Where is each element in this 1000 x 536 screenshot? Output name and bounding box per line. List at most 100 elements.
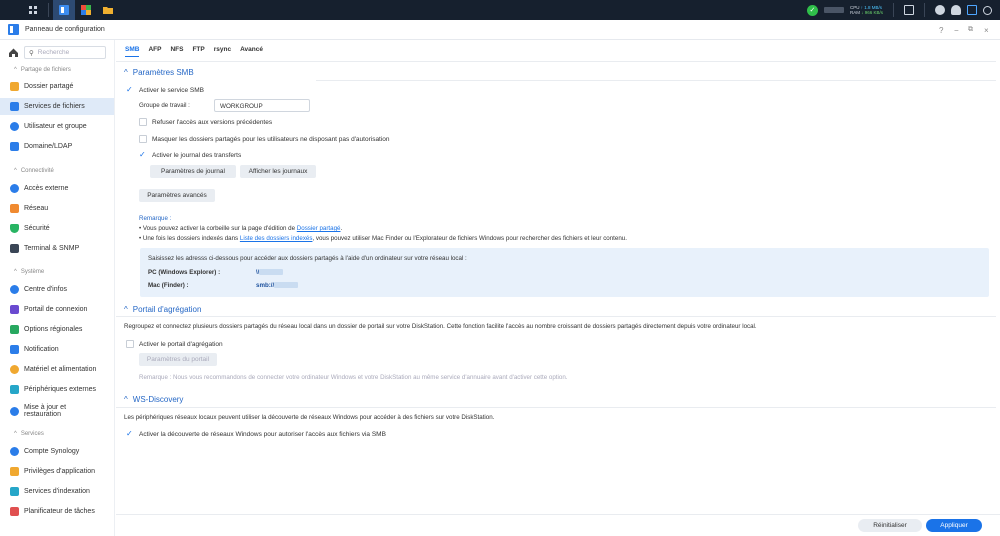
sidebar-item-login-portal[interactable]: Portail de connexion	[0, 301, 114, 318]
refuse-previous-versions-checkbox[interactable]: Refuser l'accès aux versions précédentes	[139, 118, 272, 126]
sidebar-item-network[interactable]: Réseau	[0, 200, 114, 217]
maximize-icon[interactable]: ⧉	[968, 20, 973, 40]
window-title: Panneau de configuration	[25, 26, 105, 33]
shield-icon	[10, 224, 19, 233]
section-connectivity[interactable]: ^ Connectivité	[14, 168, 54, 174]
taskbar-divider	[893, 3, 894, 17]
pc-address[interactable]: \\	[256, 269, 284, 276]
indexed-folders-link[interactable]: Liste des dossiers indexés	[240, 235, 313, 242]
sidebar-item-update[interactable]: Mise à jour et restauration	[0, 401, 114, 421]
mac-address[interactable]: smb://	[256, 282, 299, 289]
note-line-2: • Une fois les dossiers indexés dans Lis…	[139, 235, 627, 242]
section-system[interactable]: ^ Système	[14, 269, 44, 275]
pc-label: PC (Windows Explorer) :	[148, 269, 221, 276]
hide-shared-folders-checkbox[interactable]: Masquer les dossiers partagés pour les u…	[139, 135, 390, 143]
sidebar-item-label: Privilèges d'application	[24, 468, 95, 475]
home-icon[interactable]	[8, 47, 19, 58]
user-icon[interactable]	[951, 5, 961, 15]
checkmark-icon: ✓	[126, 85, 133, 94]
sidebar-item-hardware[interactable]: Matériel et alimentation	[0, 361, 114, 378]
checkbox-label: Activer le service SMB	[139, 86, 205, 94]
section-files[interactable]: ^ Partage de fichiers	[14, 67, 71, 73]
sidebar-item-shared-folder[interactable]: Dossier partagé	[0, 78, 114, 95]
advanced-settings-button[interactable]: Paramètres avancés	[139, 189, 215, 202]
search-input[interactable]: ⚲ Recherche	[24, 46, 106, 59]
folder-icon	[10, 82, 19, 91]
tab-ftp[interactable]: FTP	[192, 46, 204, 57]
checkbox-label: Activer le journal des transferts	[152, 151, 242, 159]
minimize-icon[interactable]: −	[954, 20, 959, 40]
sidebar-item-domain[interactable]: Domaine/LDAP	[0, 138, 114, 155]
sidebar-item-file-services[interactable]: Services de fichiers	[0, 98, 114, 115]
sidebar-item-indexing[interactable]: Services d'indexation	[0, 483, 114, 500]
sidebar-item-external-devices[interactable]: Périphériques externes	[0, 381, 114, 398]
tab-smb[interactable]: SMB	[125, 46, 140, 57]
sidebar-item-label: Dossier partagé	[24, 83, 74, 90]
control-panel-taskbar-icon[interactable]	[53, 0, 75, 20]
domain-icon	[10, 142, 19, 151]
sidebar-item-synology-account[interactable]: Compte Synology	[0, 443, 114, 460]
note-title: Remarque :	[139, 215, 172, 222]
mac-address-value: smb://	[256, 282, 275, 289]
tabs: SMB AFP NFS FTP rsync Avancé	[125, 46, 263, 57]
smb-section-header[interactable]: ^ Paramètres SMB	[124, 68, 194, 77]
note-line-1: • Vous pouvez activer la corbeille sur l…	[139, 225, 342, 232]
transfer-log-checkbox[interactable]: ✓ Activer le journal des transferts	[139, 151, 241, 159]
file-station-taskbar-icon[interactable]	[97, 0, 119, 20]
tab-nfs[interactable]: NFS	[170, 46, 183, 57]
shared-folder-link[interactable]: Dossier partagé	[297, 225, 341, 232]
chevron-up-icon: ^	[14, 67, 17, 73]
close-icon[interactable]: ×	[984, 20, 989, 40]
show-logs-button[interactable]: Afficher les journaux	[240, 165, 316, 178]
sidebar-item-regional[interactable]: Options régionales	[0, 321, 114, 338]
search-placeholder: Recherche	[37, 49, 70, 56]
status-bar	[823, 7, 844, 13]
sidebar-item-security[interactable]: Sécurité	[0, 220, 114, 237]
search-icon[interactable]	[983, 5, 992, 15]
portal-settings-button[interactable]: Paramètres du portail	[139, 353, 217, 366]
portal-section-header[interactable]: ^ Portail d'agrégation	[124, 305, 201, 314]
sidebar-item-external-access[interactable]: Accès externe	[0, 180, 114, 197]
sidebar-item-terminal[interactable]: Terminal & SNMP	[0, 240, 114, 257]
widgets-icon[interactable]	[967, 5, 977, 15]
sidebar-item-users[interactable]: Utilisateur et groupe	[0, 118, 114, 135]
download-icon[interactable]	[904, 5, 914, 15]
tab-rsync[interactable]: rsync	[214, 46, 231, 57]
workgroup-input[interactable]: WORKGROUP	[214, 99, 310, 112]
tab-afp[interactable]: AFP	[148, 46, 161, 57]
chat-icon[interactable]	[935, 5, 945, 15]
chevron-up-icon: ^	[124, 305, 128, 314]
taskbar: ✓ CPU ↑ 1.8 MB/s RAM ↓ 966 KB/s	[0, 0, 1000, 20]
section-title: WS-Discovery	[132, 395, 184, 404]
enable-ws-discovery-checkbox[interactable]: ✓ Activer la découverte de réseaux Window…	[126, 430, 386, 438]
status-ok-icon[interactable]: ✓	[806, 4, 818, 16]
account-icon	[10, 447, 19, 456]
package-center-taskbar-icon[interactable]	[75, 0, 97, 20]
apply-button[interactable]: Appliquer	[926, 519, 982, 532]
tab-advanced[interactable]: Avancé	[240, 46, 263, 57]
section-services[interactable]: ^ Services	[14, 431, 44, 437]
main-panel: SMB AFP NFS FTP rsync Avancé ^ Paramètres…	[116, 40, 1000, 536]
bulb-icon	[10, 365, 19, 374]
external-access-icon	[10, 184, 19, 193]
enable-smb-checkbox[interactable]: ✓ Activer le service SMB	[126, 86, 204, 94]
enable-portal-checkbox[interactable]: Activer le portail d'agrégation	[126, 340, 223, 348]
reset-button[interactable]: Réinitialiser	[858, 519, 922, 532]
main-menu-icon[interactable]	[22, 0, 44, 20]
checkbox-label: Refuser l'accès aux versions précédentes	[152, 118, 273, 126]
sidebar-item-label: Compte Synology	[24, 448, 80, 455]
ws-discovery-section-header[interactable]: ^ WS-Discovery	[124, 395, 183, 404]
sidebar-item-info-center[interactable]: Centre d'infos	[0, 281, 114, 298]
note-text: • Une fois les dossiers indexés dans	[139, 235, 240, 242]
checkbox-box	[139, 118, 147, 126]
log-settings-button[interactable]: Paramètres de journal	[150, 165, 236, 178]
sidebar-item-label: Portail de connexion	[24, 306, 88, 313]
redacted-address	[274, 282, 299, 289]
help-icon[interactable]: ?	[939, 20, 943, 40]
checkmark-icon: ✓	[126, 429, 133, 438]
sidebar-item-notification[interactable]: Notification	[0, 341, 114, 358]
section-label: Partage de fichiers	[20, 67, 71, 73]
sidebar-item-app-privileges[interactable]: Privilèges d'application	[0, 463, 114, 480]
footer-divider	[116, 514, 1000, 515]
sidebar-item-task-scheduler[interactable]: Planificateur de tâches	[0, 503, 114, 520]
